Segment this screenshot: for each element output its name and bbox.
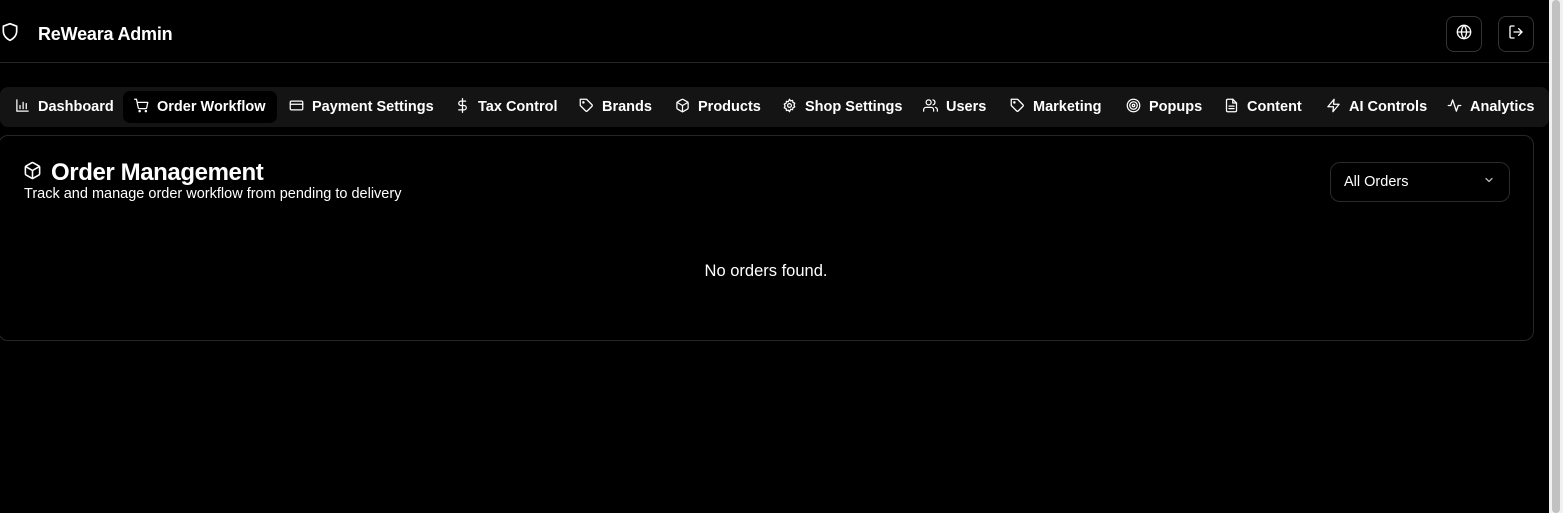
logout-button[interactable] (1498, 16, 1534, 52)
tab-label: Analytics (1470, 99, 1535, 115)
tab-label: Brands (602, 99, 652, 115)
tab-content[interactable]: Content (1213, 91, 1313, 123)
tab-label: AI Controls (1349, 99, 1428, 115)
tab-payment-settings[interactable]: Payment Settings (278, 91, 445, 123)
tab-label: Users (946, 99, 987, 115)
tab-analytics[interactable]: Analytics (1436, 91, 1545, 123)
scrollbar-thumb[interactable] (1552, 0, 1560, 513)
tab-brands[interactable]: Brands (568, 91, 663, 123)
tab-label: Marketing (1033, 99, 1102, 115)
tab-label: Products (698, 99, 761, 115)
tab-label: Dashboard (38, 99, 114, 115)
dollar-sign-icon (455, 97, 470, 117)
tab-products[interactable]: Products (664, 91, 772, 123)
tab-order-workflow[interactable]: Order Workflow (123, 91, 277, 123)
users-icon (923, 98, 939, 117)
package-icon (23, 161, 42, 185)
tab-tax-control[interactable]: Tax Control (444, 91, 568, 123)
tab-label: Order Workflow (157, 99, 266, 115)
file-text-icon (1224, 98, 1239, 117)
tab-shop-settings[interactable]: Shop Settings (771, 91, 913, 123)
page-scrollbar[interactable] (1549, 0, 1563, 513)
admin-tabs: Dashboard Order Workflow Payment Setting… (0, 87, 1549, 127)
order-management-card: Order Management Track and manage order … (0, 135, 1534, 341)
filter-selected-value: All Orders (1344, 174, 1409, 190)
language-button[interactable] (1446, 16, 1482, 52)
tag-icon (579, 98, 594, 117)
globe-icon (1456, 24, 1472, 45)
tab-label: Tax Control (478, 99, 558, 115)
tab-dashboard[interactable]: Dashboard (4, 91, 125, 123)
activity-icon (1447, 98, 1462, 117)
top-header: ReWeara Admin (0, 0, 1549, 63)
tab-label: Popups (1149, 99, 1203, 115)
tab-label: Payment Settings (312, 99, 434, 115)
shopping-cart-icon (134, 98, 149, 117)
tab-popups[interactable]: Popups (1115, 91, 1213, 123)
card-subtitle: Track and manage order workflow from pen… (24, 186, 402, 202)
shield-icon (0, 21, 20, 48)
tab-ai-controls[interactable]: AI Controls (1315, 91, 1438, 123)
tab-label: Shop Settings (805, 99, 903, 115)
bar-chart-icon (15, 98, 30, 117)
target-icon (1126, 98, 1141, 117)
card-header: Order Management (23, 159, 264, 187)
log-out-icon (1508, 24, 1524, 45)
card-title: Order Management (51, 159, 264, 186)
package-icon (675, 98, 690, 117)
tag-icon (1010, 98, 1025, 117)
order-status-filter[interactable]: All Orders (1330, 162, 1510, 202)
tab-marketing[interactable]: Marketing (999, 91, 1113, 123)
app-title: ReWeara Admin (38, 23, 173, 44)
tab-label: Content (1247, 99, 1302, 115)
settings-icon (782, 98, 797, 117)
brand: ReWeara Admin (0, 21, 173, 48)
empty-state-message: No orders found. (704, 262, 828, 280)
chevron-down-icon (1483, 174, 1495, 190)
tab-users[interactable]: Users (912, 91, 997, 123)
zap-icon (1326, 98, 1341, 117)
credit-card-icon (289, 98, 304, 117)
